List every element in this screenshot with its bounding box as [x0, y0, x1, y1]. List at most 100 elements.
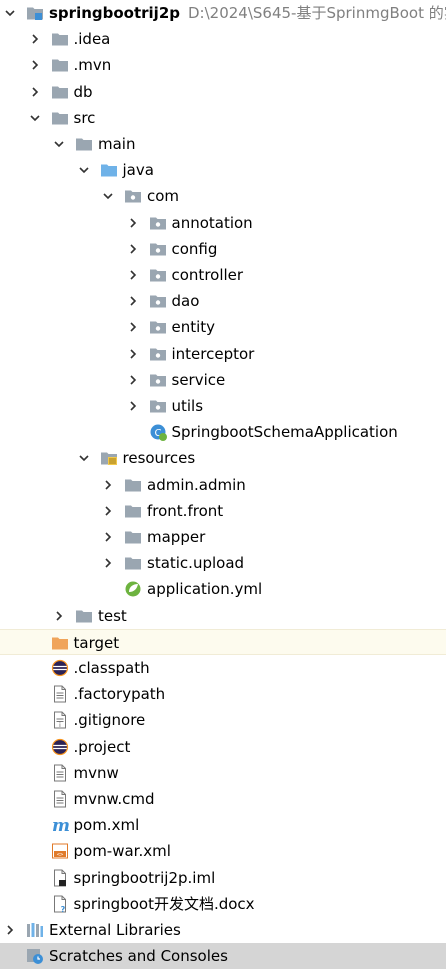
unknown-file-icon: ?	[51, 895, 69, 914]
tree-item-entity[interactable]: entity	[0, 314, 446, 340]
tree-item-src[interactable]: src	[0, 105, 446, 131]
tree-item-label: pom.xml	[73, 816, 140, 835]
tree-item-static-upload[interactable]: static.upload	[0, 550, 446, 576]
tree-item-main[interactable]: main	[0, 131, 446, 157]
tree-item-gitignore[interactable]: i .gitignore	[0, 707, 446, 733]
tree-item-factorypath[interactable]: .factorypath	[0, 681, 446, 707]
tree-item-mvn[interactable]: .mvn	[0, 52, 446, 78]
tree-item-annotation[interactable]: annotation	[0, 210, 446, 236]
tree-item-pom-xml[interactable]: m pom.xml	[0, 812, 446, 838]
tree-item-interceptor[interactable]: interceptor	[0, 341, 446, 367]
chevron-right-icon[interactable]	[3, 917, 17, 943]
chevron-right-icon[interactable]	[126, 288, 140, 314]
tree-item-label: annotation	[171, 213, 253, 232]
chevron-down-icon[interactable]	[52, 131, 66, 157]
maven-icon: m	[51, 816, 70, 836]
tree-item-classpath[interactable]: .classpath	[0, 655, 446, 681]
folder-icon	[51, 109, 69, 127]
chevron-right-icon[interactable]	[126, 367, 140, 393]
folder-icon	[51, 56, 69, 74]
xml-file-icon: <>	[51, 842, 69, 860]
tree-item-label: interceptor	[171, 344, 255, 363]
tree-item-label: utils	[171, 397, 204, 415]
tree-item-test[interactable]: test	[0, 603, 446, 629]
module-folder-icon	[26, 4, 44, 22]
tree-item-java[interactable]: java	[0, 157, 446, 183]
tree-item-project[interactable]: .project	[0, 734, 446, 760]
tree-item-label: mvnw.cmd	[73, 790, 155, 808]
tree-item-label: springboot开发文档.docx	[73, 894, 255, 913]
chevron-right-icon[interactable]	[126, 262, 140, 288]
tree-item-label: admin.admin	[147, 475, 246, 494]
tree-item-admin-admin[interactable]: admin.admin	[0, 472, 446, 498]
tree-item-label: service	[171, 370, 226, 389]
chevron-right-icon[interactable]	[28, 26, 42, 52]
tree-item-label: front.front	[147, 501, 224, 520]
package-icon	[149, 266, 167, 284]
chevron-down-icon[interactable]	[101, 183, 115, 209]
tree-item-label: resources	[122, 449, 196, 468]
chevron-right-icon[interactable]	[126, 393, 140, 419]
tree-item-label: Scratches and Consoles	[49, 947, 228, 966]
tree-item-label: entity	[171, 318, 216, 337]
folder-icon	[75, 135, 93, 153]
tree-item-label: dao	[171, 292, 200, 311]
tree-item-label: springbootrij2p	[49, 4, 180, 22]
package-icon	[149, 397, 167, 415]
tree-item-label: com	[147, 187, 180, 206]
tree-item-mvnw-cmd[interactable]: mvnw.cmd	[0, 786, 446, 812]
folder-icon	[124, 502, 142, 520]
tree-item-label: main	[98, 135, 136, 153]
tree-item-service[interactable]: service	[0, 367, 446, 393]
tree-item-scratches-and-consoles[interactable]: Scratches and Consoles	[0, 943, 446, 970]
folder-icon	[75, 607, 93, 625]
tree-item-config[interactable]: config	[0, 236, 446, 262]
tree-item-label: controller	[171, 266, 244, 284]
tree-item-com[interactable]: com	[0, 183, 446, 209]
tree-item-resources[interactable]: resources	[0, 445, 446, 471]
chevron-right-icon[interactable]	[126, 236, 140, 262]
tree-item-controller[interactable]: controller	[0, 262, 446, 288]
excluded-folder-icon	[51, 634, 69, 652]
tree-item-front-front[interactable]: front.front	[0, 498, 446, 524]
tree-item-db[interactable]: db	[0, 79, 446, 105]
chevron-right-icon[interactable]	[101, 472, 115, 498]
tree-item-target[interactable]: target	[0, 628, 446, 655]
tree-item-dao[interactable]: dao	[0, 288, 446, 314]
tree-item-label: pom-war.xml	[73, 842, 171, 861]
tree-item-springboot-docx[interactable]: ? springboot开发文档.docx	[0, 891, 446, 917]
tree-item-springbootschemaapplication[interactable]: C SpringbootSchemaApplication	[0, 419, 446, 445]
tree-item-springbootrij2p[interactable]: springbootrij2p D:\2024\S645-基于SprinmgBoo…	[0, 0, 446, 26]
chevron-right-icon[interactable]	[101, 498, 115, 524]
tree-item-pom-war-xml[interactable]: <> pom-war.xml	[0, 838, 446, 864]
tree-item-mapper[interactable]: mapper	[0, 524, 446, 550]
chevron-right-icon[interactable]	[28, 52, 42, 78]
tree-item-label: springbootrij2p.iml	[73, 868, 216, 887]
chevron-right-icon[interactable]	[101, 550, 115, 576]
chevron-right-icon[interactable]	[101, 524, 115, 550]
tree-item-application-yml[interactable]: application.yml	[0, 576, 446, 602]
tree-item-external-libraries[interactable]: External Libraries	[0, 917, 446, 943]
chevron-down-icon[interactable]	[77, 157, 91, 183]
tree-item-label: java	[122, 161, 154, 180]
folder-icon	[124, 528, 142, 546]
svg-text:<>: <>	[56, 852, 63, 858]
tree-item-idea[interactable]: .idea	[0, 26, 446, 52]
chevron-right-icon[interactable]	[52, 603, 66, 629]
svg-text:?: ?	[60, 905, 65, 913]
tree-item-mvnw[interactable]: mvnw	[0, 760, 446, 786]
package-icon	[124, 187, 142, 205]
chevron-down-icon[interactable]	[3, 0, 17, 26]
tree-item-springbootrij2p-iml[interactable]: springbootrij2p.iml	[0, 865, 446, 891]
chevron-right-icon[interactable]	[126, 314, 140, 340]
iml-file-icon	[51, 869, 69, 887]
text-file-icon	[51, 685, 69, 703]
chevron-right-icon[interactable]	[28, 79, 42, 105]
chevron-right-icon[interactable]	[126, 341, 140, 367]
resources-folder-icon	[100, 449, 118, 467]
tree-item-utils[interactable]: utils	[0, 393, 446, 419]
chevron-down-icon[interactable]	[77, 445, 91, 471]
tree-item-label: test	[98, 606, 127, 625]
chevron-down-icon[interactable]	[28, 105, 42, 131]
chevron-right-icon[interactable]	[126, 210, 140, 236]
